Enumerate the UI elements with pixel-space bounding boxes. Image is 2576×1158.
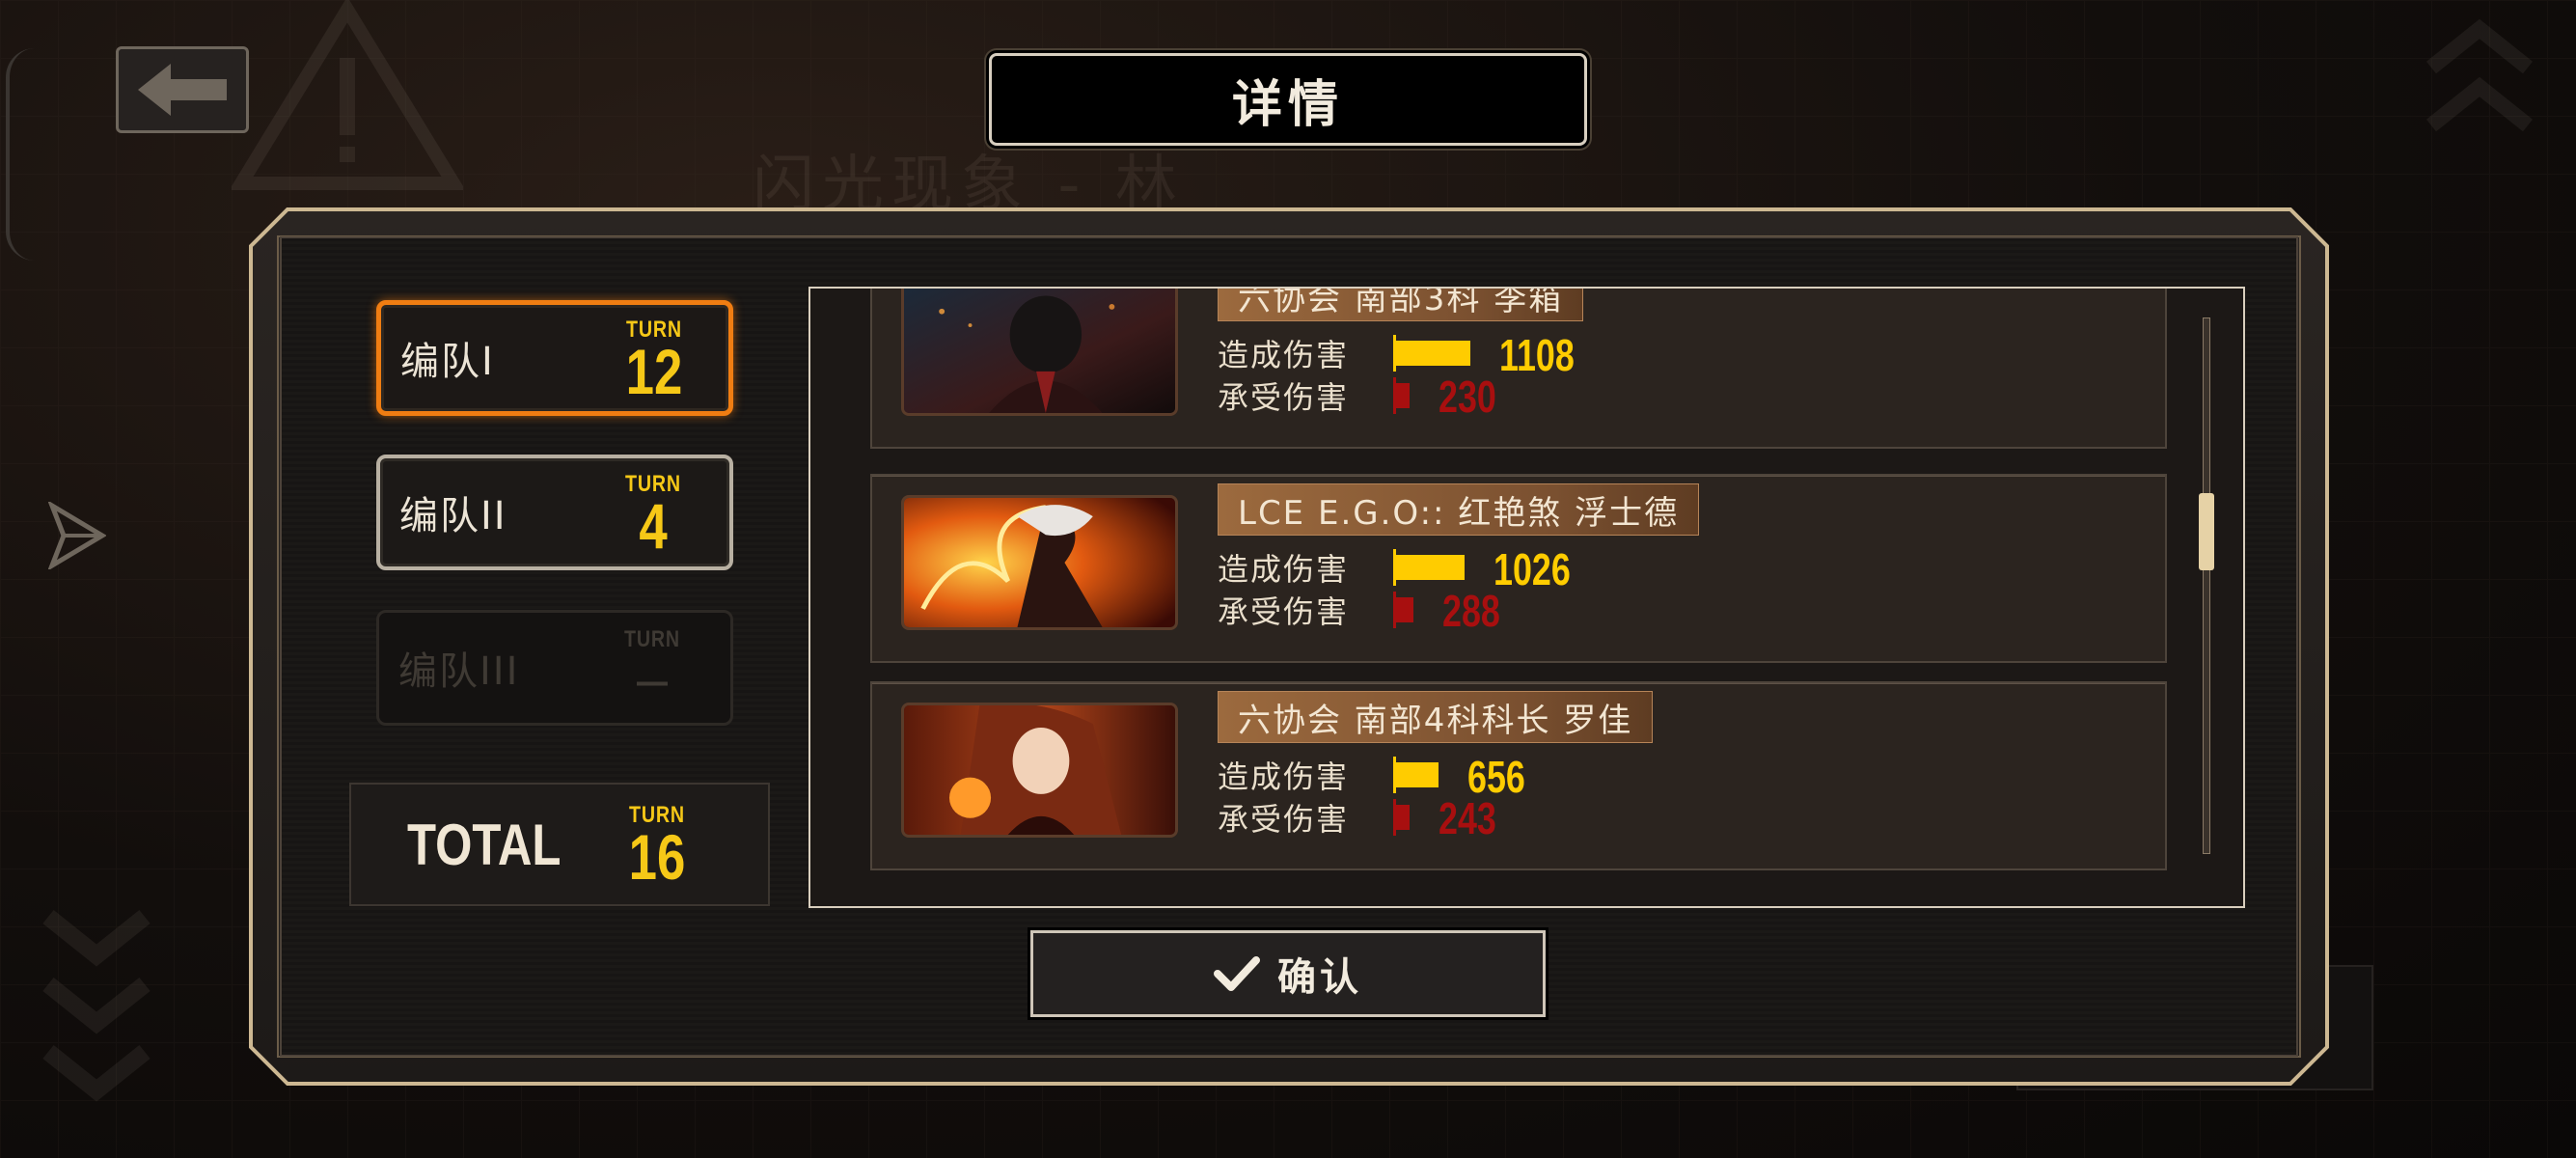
damage-taken-value: 243: [1439, 793, 1497, 843]
damage-taken-bar: [1393, 592, 1413, 628]
team-2-button[interactable]: 编队II TURN 4: [376, 455, 733, 570]
damage-taken-value: 288: [1441, 586, 1500, 636]
character-name-tag: 六协会 南部4科科长 罗佳: [1218, 691, 1654, 743]
damage-dealt-value: 1026: [1493, 544, 1571, 594]
total-turns-box: TOTAL TURN 16: [349, 783, 770, 906]
damage-dealt-bar: [1393, 757, 1439, 793]
damage-dealt-label: 造成伤害: [1218, 337, 1350, 373]
warning-icon: [232, 0, 463, 190]
dialog-title-bar: 详情: [989, 53, 1587, 146]
check-icon: [1214, 956, 1260, 991]
damage-taken-value: 230: [1438, 372, 1496, 422]
character-row[interactable]: LCE E.G.O:: 红艳煞 浮士德 造成伤害 承受伤害 1026 288: [870, 474, 2167, 663]
team-2-label: 编队II: [399, 494, 507, 538]
damage-dealt-label: 造成伤害: [1218, 551, 1350, 588]
chevron-down-decoration-icon: [42, 909, 151, 1102]
background-arc: [6, 48, 35, 261]
team-1-label: 编队I: [400, 340, 495, 384]
confirm-label: 确认: [1277, 955, 1362, 1000]
list-scrollbar[interactable]: [2199, 317, 2214, 854]
damage-taken-bar: [1393, 377, 1410, 414]
turn-value: —: [637, 660, 668, 703]
character-name: 六协会 南部3科 李箱: [1238, 287, 1564, 318]
damage-dealt-value: 1108: [1498, 330, 1575, 380]
back-arrow-icon: [138, 64, 227, 116]
total-turn: TURN 16: [614, 802, 700, 893]
character-list[interactable]: 六协会 南部3科 李箱 造成伤害 承受伤害 1108 230 LCE E.G.O…: [810, 289, 2243, 906]
turn-label: TURN: [624, 626, 680, 652]
team-3-label: 编队III: [398, 649, 520, 694]
character-row[interactable]: 六协会 南部4科科长 罗佳 造成伤害 承受伤害 656 243: [870, 681, 2167, 870]
character-name-tag: LCE E.G.O:: 红艳煞 浮士德: [1218, 483, 1700, 536]
team-2-turn: TURN 4: [610, 471, 697, 562]
team-1-button[interactable]: 编队I TURN 12: [376, 300, 733, 416]
turn-value: 12: [625, 336, 683, 407]
paper-plane-icon[interactable]: [48, 502, 106, 569]
back-button[interactable]: [116, 46, 249, 133]
damage-taken-label: 承受伤害: [1218, 593, 1350, 630]
team-1-turn: TURN 12: [611, 317, 698, 407]
turn-value: 16: [628, 821, 686, 893]
team-3-turn: TURN —: [609, 626, 696, 709]
damage-dealt-label: 造成伤害: [1218, 758, 1350, 795]
character-list-panel[interactable]: 六协会 南部3科 李箱 造成伤害 承受伤害 1108 230 LCE E.G.O…: [808, 287, 2245, 908]
damage-dealt-bar: [1393, 335, 1470, 372]
chevron-up-decoration-icon: [2426, 18, 2533, 132]
character-portrait: [901, 495, 1178, 630]
character-portrait: [901, 289, 1178, 416]
dialog-title: 详情: [1231, 75, 1344, 134]
confirm-button[interactable]: 确认: [1030, 930, 1546, 1017]
character-row[interactable]: 六协会 南部3科 李箱 造成伤害 承受伤害 1108 230: [870, 287, 2167, 449]
damage-taken-bar: [1393, 799, 1411, 836]
character-name: 六协会 南部4科科长 罗佳: [1238, 701, 1633, 740]
damage-taken-label: 承受伤害: [1218, 379, 1350, 416]
team-3-button: 编队III TURN —: [376, 610, 733, 726]
turn-value: 4: [639, 490, 668, 562]
damage-taken-label: 承受伤害: [1218, 801, 1350, 838]
scrollbar-thumb[interactable]: [2199, 492, 2214, 570]
character-name-tag: 六协会 南部3科 李箱: [1218, 287, 1584, 321]
character-portrait: [901, 703, 1178, 838]
character-name: LCE E.G.O:: 红艳煞 浮士德: [1238, 493, 1680, 533]
damage-dealt-bar: [1393, 549, 1465, 586]
total-label: TOTAL: [407, 812, 562, 877]
